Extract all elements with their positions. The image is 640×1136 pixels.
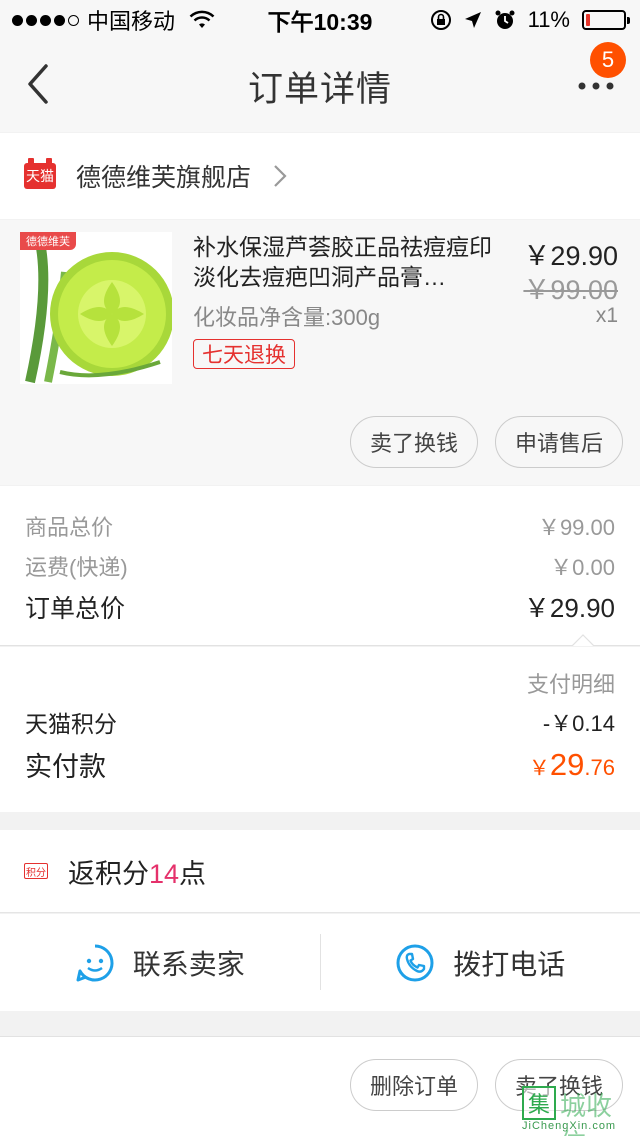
product-quantity: x1 [595,304,618,327]
contact-row: 联系卖家 拨打电话 [0,914,640,1011]
chevron-right-icon [274,165,287,187]
points-rebate-text: 返积分14点 [68,858,207,889]
product-spec: 化妆品净含量:300g [193,305,381,330]
notification-badge: 5 [590,42,626,78]
tmall-logo: 天猫 [24,158,56,189]
goods-total-label: 商品总价 [25,515,114,540]
caret-up-icon [572,634,594,646]
call-phone-button[interactable]: 拨打电话 [321,914,640,1011]
original-price: ￥99.00 [523,275,618,305]
payment-summary: 支付明细 天猫积分 -￥0.14 实付款 ￥29.76 [0,647,640,812]
product-item[interactable]: 德德维芙 补水保湿芦荟胶正品祛痘痘印淡化去痘疤凹洞产品膏… 化妆品净含量:300… [0,220,640,485]
product-image-tag: 德德维芙 [20,232,76,250]
location-icon [464,12,481,28]
points-icon: 积分 [24,863,48,879]
return-policy-tag: 七天退换 [193,339,295,369]
rotation-lock-icon [430,10,451,30]
shipping-label: 运费(快递) [25,555,128,580]
after-sale-button[interactable]: 申请售后 [495,416,623,468]
bottom-action-bar: 删除订单 卖了换钱 [0,1036,640,1136]
contact-seller-label: 联系卖家 [132,948,245,980]
goods-total-value: ￥99.00 [537,515,615,540]
sell-button-bottom[interactable]: 卖了换钱 [495,1059,623,1111]
more-icon[interactable] [576,76,616,96]
payment-detail-link[interactable]: 支付明细 [527,667,615,699]
page-title: 订单详情 [247,69,392,109]
product-title[interactable]: 补水保湿芦荟胶正品祛痘痘印淡化去痘疤凹洞产品膏… [193,232,493,292]
call-phone-label: 拨打电话 [453,948,566,980]
phone-icon [396,944,434,981]
order-totals: 商品总价 ￥99.00 运费(快递) ￥0.00 订单总价 ￥29.90 [0,486,640,646]
paid-amount-label: 实付款 [25,752,106,782]
status-bar: 中国移动 下午10:39 11% [0,0,640,40]
paid-amount-value: ￥29.76 [528,746,615,782]
chat-face-icon [76,944,114,981]
store-row[interactable]: 天猫 德德维芙旗舰店 [0,133,640,219]
alarm-icon [495,10,515,29]
points-rebate-row: 积分 返积分14点 [0,830,640,913]
tmall-points-value: -￥0.14 [542,711,615,736]
battery-icon [582,10,630,30]
order-total-label: 订单总价 [25,594,126,623]
order-total-value: ￥29.90 [523,593,615,623]
nav-bar: 订单详情 5 [0,40,640,132]
product-image[interactable]: 德德维芙 [20,232,172,384]
back-icon[interactable] [24,62,54,106]
contact-seller-button[interactable]: 联系卖家 [0,914,320,1011]
battery-percent: 11% [527,7,570,32]
delete-order-button[interactable]: 删除订单 [350,1059,478,1111]
tmall-points-label: 天猫积分 [25,711,117,737]
shipping-value: ￥0.00 [550,555,615,580]
store-name: 德德维芙旗舰店 [76,164,252,192]
sell-button[interactable]: 卖了换钱 [350,416,478,468]
